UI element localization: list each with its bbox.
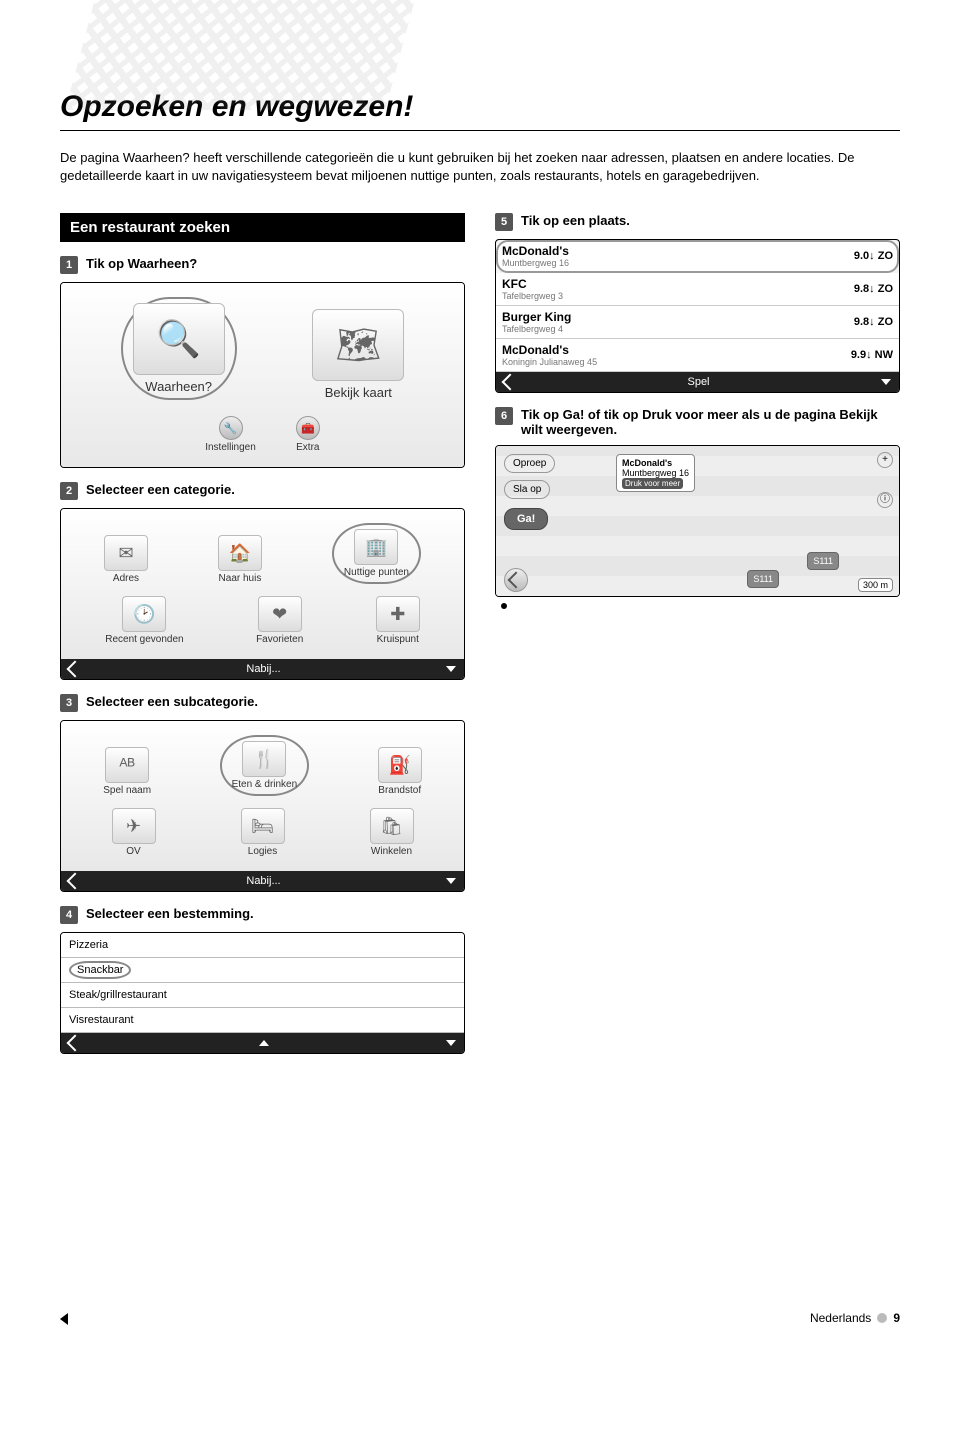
tire-track-decoration: [65, 0, 414, 110]
footer-language: Nederlands: [810, 1311, 871, 1325]
zoom-in-button[interactable]: +: [877, 452, 893, 468]
heart-icon: ❤: [258, 596, 302, 632]
screenshot-5: McDonald'sMuntbergweg 16 9.0↓ ZO KFCTafe…: [495, 239, 900, 393]
bekijk-kaart-button[interactable]: 🗺 Bekijk kaart: [312, 309, 404, 400]
waarheen-button[interactable]: 🔍 Waarheen?: [121, 297, 237, 400]
down-arrow-icon[interactable]: [446, 878, 456, 884]
down-arrow-icon[interactable]: [446, 1040, 456, 1046]
instellingen-button[interactable]: 🔧 Instellingen: [205, 416, 256, 453]
tile-spel-naam[interactable]: ᴬᴮSpel naam: [103, 747, 151, 796]
spel-button[interactable]: Spel: [687, 376, 709, 388]
road-label: S111: [807, 552, 839, 570]
tile-naar-huis[interactable]: 🏠Naar huis: [218, 535, 262, 584]
step-3: 3 Selecteer een subcategorie.: [60, 694, 465, 712]
result-row-2[interactable]: Burger KingTafelbergweg 4 9.8↓ ZO: [496, 306, 899, 339]
screenshot-2: ✉Adres 🏠Naar huis 🏢Nuttige punten 🕑Recen…: [60, 508, 465, 680]
sla-op-button[interactable]: Sla op: [504, 480, 550, 499]
envelope-icon: ✉: [104, 535, 148, 571]
page-footer: Nederlands 9: [810, 1311, 900, 1325]
section-end-dot: [501, 603, 507, 609]
back-icon[interactable]: [504, 568, 528, 592]
magnifier-icon: 🔍: [133, 303, 225, 375]
tile-kruispunt[interactable]: ✚Kruispunt: [376, 596, 420, 645]
step-2: 2 Selecteer een categorie.: [60, 482, 465, 500]
list-item-steak[interactable]: Steak/grillrestaurant: [61, 983, 464, 1008]
ga-button[interactable]: Ga!: [504, 508, 548, 530]
back-icon[interactable]: [67, 661, 84, 678]
road-label: S111: [747, 570, 779, 588]
back-icon[interactable]: [502, 374, 519, 391]
list-item-snackbar[interactable]: Snackbar: [61, 958, 464, 983]
list-item-pizzeria[interactable]: Pizzeria: [61, 933, 464, 958]
plane-icon: ✈: [112, 808, 156, 844]
tile-favorieten[interactable]: ❤Favorieten: [256, 596, 303, 645]
step-number: 5: [495, 213, 513, 231]
oproep-button[interactable]: Oproep: [504, 454, 555, 473]
step-1: 1 Tik op Waarheen?: [60, 256, 465, 274]
right-column: 5 Tik op een plaats. McDonald'sMuntbergw…: [495, 213, 900, 1060]
tile-logies[interactable]: 🛏Logies: [241, 808, 285, 857]
screenshot-4: Pizzeria Snackbar Steak/grillrestaurant …: [60, 932, 465, 1054]
result-row-3[interactable]: McDonald'sKoningin Julianaweg 45 9.9↓ NW: [496, 339, 899, 372]
result-row-1[interactable]: KFCTafelbergweg 3 9.8↓ ZO: [496, 273, 899, 306]
nabij-button[interactable]: Nabij...: [246, 875, 280, 887]
tile-brandstof[interactable]: ⛽Brandstof: [378, 747, 422, 796]
down-arrow-icon[interactable]: [446, 666, 456, 672]
up-arrow-icon[interactable]: [259, 1040, 269, 1046]
wrench-icon: 🔧: [219, 416, 243, 440]
screenshot-6: Oproep Sla op Ga! McDonald's Muntbergweg…: [495, 445, 900, 597]
step-text: Selecteer een subcategorie.: [86, 694, 258, 709]
clock-icon: 🕑: [122, 596, 166, 632]
left-column: Een restaurant zoeken 1 Tik op Waarheen?…: [60, 213, 465, 1060]
nabij-button[interactable]: Nabij...: [246, 663, 280, 675]
intro-paragraph: De pagina Waarheen? heeft verschillende …: [60, 149, 860, 185]
back-icon[interactable]: [67, 1035, 84, 1052]
tile-ov[interactable]: ✈OV: [112, 808, 156, 857]
step-text: Tik op Ga! of tik op Druk voor meer als …: [521, 407, 900, 437]
poi-callout[interactable]: McDonald's Muntbergweg 16 Druk voor meer: [616, 454, 695, 492]
cutlery-icon: 🍴: [242, 741, 286, 777]
section-heading: Een restaurant zoeken: [60, 213, 465, 242]
home-icon: 🏠: [218, 535, 262, 571]
back-icon[interactable]: [67, 873, 84, 890]
step-text: Selecteer een categorie.: [86, 482, 235, 497]
bed-icon: 🛏: [241, 808, 285, 844]
map-canvas[interactable]: Oproep Sla op Ga! McDonald's Muntbergweg…: [496, 446, 899, 596]
extra-button[interactable]: 🧰 Extra: [296, 416, 320, 453]
tile-eten-drinken[interactable]: 🍴Eten & drinken: [220, 735, 310, 796]
footer-dot-icon: [877, 1313, 887, 1323]
druk-voor-meer-button[interactable]: Druk voor meer: [622, 478, 683, 489]
screenshot-1: 🔍 Waarheen? 🗺 Bekijk kaart 🔧 Instellinge…: [60, 282, 465, 468]
tile-adres[interactable]: ✉Adres: [104, 535, 148, 584]
tile-winkelen[interactable]: 🛍Winkelen: [370, 808, 414, 857]
map-icon: 🗺: [312, 309, 404, 381]
step-number: 6: [495, 407, 513, 425]
fuel-icon: ⛽: [378, 747, 422, 783]
step-text: Selecteer een bestemming.: [86, 906, 254, 921]
step-number: 1: [60, 256, 78, 274]
step-6: 6 Tik op Ga! of tik op Druk voor meer al…: [495, 407, 900, 437]
list-item-vis[interactable]: Visrestaurant: [61, 1008, 464, 1033]
poi-icon: 🏢: [354, 529, 398, 565]
bag-icon: 🛍: [370, 808, 414, 844]
tile-nuttige-punten[interactable]: 🏢Nuttige punten: [332, 523, 421, 584]
toolbox-icon: 🧰: [296, 416, 320, 440]
step-4: 4 Selecteer een bestemming.: [60, 906, 465, 924]
down-arrow-icon[interactable]: [881, 379, 891, 385]
step-number: 3: [60, 694, 78, 712]
step-5: 5 Tik op een plaats.: [495, 213, 900, 231]
screenshot-3: ᴬᴮSpel naam 🍴Eten & drinken ⛽Brandstof ✈…: [60, 720, 465, 892]
tile-recent[interactable]: 🕑Recent gevonden: [105, 596, 183, 645]
prev-page-arrow-icon: [60, 1313, 68, 1325]
scale-label: 300 m: [858, 578, 893, 592]
cross-icon: ✚: [376, 596, 420, 632]
step-text: Tik op een plaats.: [521, 213, 630, 228]
step-number: 4: [60, 906, 78, 924]
info-icon[interactable]: ⓘ: [877, 492, 893, 508]
result-row-0[interactable]: McDonald'sMuntbergweg 16 9.0↓ ZO: [496, 240, 899, 273]
footer-page-number: 9: [893, 1311, 900, 1325]
abc-icon: ᴬᴮ: [105, 747, 149, 783]
step-text: Tik op Waarheen?: [86, 256, 197, 271]
step-number: 2: [60, 482, 78, 500]
